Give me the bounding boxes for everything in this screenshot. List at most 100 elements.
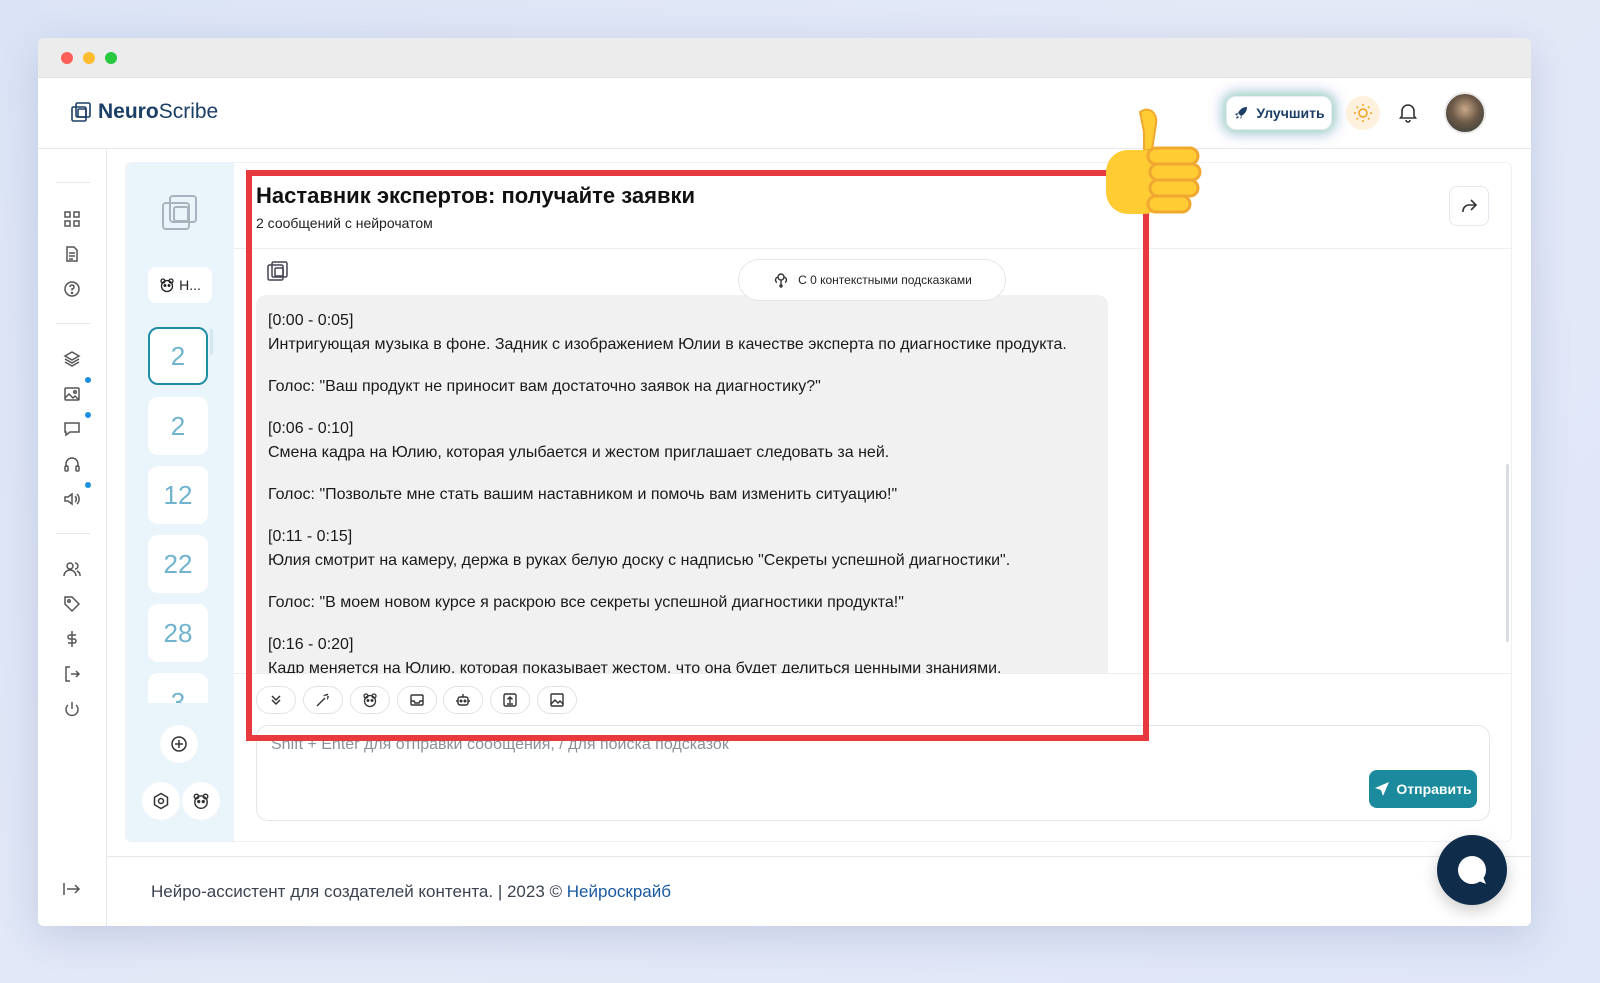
message-line: [0:11 - 0:15] xyxy=(268,528,353,545)
neuroscribe-logo-icon xyxy=(160,193,200,238)
document-icon[interactable] xyxy=(62,244,82,264)
message-scrollbar[interactable] xyxy=(1506,464,1509,642)
logout-icon[interactable] xyxy=(62,664,82,684)
brain-icon xyxy=(774,273,788,288)
dashboard-icon[interactable] xyxy=(62,209,82,229)
message-composer: Отправить xyxy=(256,725,1490,821)
persona-tool-button[interactable] xyxy=(350,686,390,714)
chat-list-scrollbar[interactable] xyxy=(210,329,213,355)
rocket-icon xyxy=(1235,107,1248,119)
sidebar-divider xyxy=(56,533,90,534)
maximize-window-button[interactable] xyxy=(105,52,117,64)
dollar-icon[interactable] xyxy=(62,629,82,649)
minimize-window-button[interactable] xyxy=(83,52,95,64)
persona-chip[interactable]: Н... xyxy=(148,267,212,303)
thumbs-up-icon xyxy=(1106,108,1202,214)
message-input[interactable] xyxy=(271,736,1351,766)
context-hints-label: С 0 контекстными подсказками xyxy=(798,273,972,287)
chat-title: Наставник экспертов: получайте заявки xyxy=(256,183,696,208)
app-logo[interactable]: NeuroScribe xyxy=(70,100,218,124)
panda-icon xyxy=(160,278,174,293)
message-line: Кадр меняется на Юлию, которая показывае… xyxy=(268,660,1002,673)
arrow-right-bar-icon xyxy=(63,883,81,895)
new-indicator-dot xyxy=(85,377,91,383)
upload-icon xyxy=(503,693,517,707)
share-icon xyxy=(1462,199,1478,212)
users-icon[interactable] xyxy=(62,559,82,579)
chat-tile[interactable]: 22 xyxy=(148,535,208,593)
message-line: [0:06 - 0:10] xyxy=(268,420,354,437)
persona-chip-label: Н... xyxy=(179,277,201,293)
gear-icon xyxy=(153,792,169,810)
power-icon[interactable] xyxy=(62,699,82,719)
panda-icon xyxy=(193,793,209,810)
chat-settings-button[interactable] xyxy=(142,782,180,820)
notifications-button[interactable] xyxy=(1396,100,1420,129)
chat-tile[interactable]: 2 xyxy=(148,327,208,385)
upgrade-label: Улучшить xyxy=(1256,105,1325,121)
new-indicator-dot xyxy=(85,412,91,418)
send-label: Отправить xyxy=(1396,781,1472,797)
message-line: Юлия смотрит на камеру, держа в руках бе… xyxy=(268,552,1011,569)
upload-button[interactable] xyxy=(490,686,530,714)
message-line: Голос: "В моем новом курсе я раскрою все… xyxy=(268,594,904,611)
message-line: Голос: "Ваш продукт не приносит вам дост… xyxy=(268,378,821,395)
scroll-down-button[interactable] xyxy=(256,686,296,714)
brand-name-light: Scribe xyxy=(158,100,219,123)
image-icon[interactable] xyxy=(62,384,82,404)
chat-list-column: Н... 2 2 12 22 28 3 xyxy=(126,163,234,841)
window-titlebar xyxy=(38,38,1531,78)
sidebar-divider xyxy=(56,323,90,324)
new-indicator-dot xyxy=(85,482,91,488)
magic-wand-icon xyxy=(316,693,329,707)
chat-tile[interactable]: 12 xyxy=(148,466,208,524)
page-footer: Нейро-ассистент для создателей контента.… xyxy=(107,856,1531,926)
share-button[interactable] xyxy=(1449,186,1489,226)
theme-toggle[interactable] xyxy=(1346,96,1380,130)
sun-icon xyxy=(1354,104,1372,122)
message-area: С 0 контекстными подсказками [0:00 - 0:0… xyxy=(234,249,1511,673)
close-window-button[interactable] xyxy=(61,52,73,64)
message-line: Смена кадра на Юлию, которая улыбается и… xyxy=(268,444,890,461)
logo-icon xyxy=(71,102,91,122)
headphones-icon[interactable] xyxy=(62,454,82,474)
template-button[interactable] xyxy=(397,686,437,714)
message-line: Голос: "Позвольте мне стать вашим настав… xyxy=(268,486,898,503)
sidebar-divider xyxy=(56,182,90,183)
image-icon xyxy=(550,693,564,707)
support-chat-button[interactable] xyxy=(1437,835,1507,905)
speaker-icon[interactable] xyxy=(62,489,82,509)
message-line: [0:00 - 0:05] xyxy=(268,312,354,329)
layers-icon[interactable] xyxy=(62,349,82,369)
upgrade-button[interactable]: Улучшить xyxy=(1226,96,1332,130)
panda-icon xyxy=(363,693,377,708)
top-header: NeuroScribe Улучшить xyxy=(38,78,1531,149)
send-icon xyxy=(1375,782,1390,796)
context-hints-button[interactable]: С 0 контекстными подсказками xyxy=(738,259,1006,301)
footer-link[interactable]: Нейроскрайб xyxy=(567,882,671,901)
message-line: [0:16 - 0:20] xyxy=(268,636,354,653)
user-avatar[interactable] xyxy=(1444,92,1486,134)
plus-circle-icon xyxy=(171,736,187,752)
magic-wand-button[interactable] xyxy=(303,686,343,714)
new-chat-button[interactable] xyxy=(160,725,198,763)
persona-button[interactable] xyxy=(182,782,220,820)
app-window: NeuroScribe Улучшить Н... 2 2 12 22 28 3… xyxy=(38,38,1531,926)
left-nav-sidebar xyxy=(38,149,107,926)
chat-icon[interactable] xyxy=(62,419,82,439)
brand-name-bold: Neuro xyxy=(98,100,159,123)
chat-tile[interactable]: 3 xyxy=(148,673,208,703)
help-icon[interactable] xyxy=(62,279,82,299)
assistant-avatar-icon xyxy=(266,259,290,288)
send-button[interactable]: Отправить xyxy=(1369,770,1477,808)
footer-copyright: Нейро-ассистент для создателей контента.… xyxy=(151,882,567,901)
image-generate-button[interactable] xyxy=(537,686,577,714)
inbox-icon xyxy=(410,694,424,706)
chat-tiles-list: 2 2 12 22 28 3 xyxy=(126,323,234,703)
bot-button[interactable] xyxy=(443,686,483,714)
collapse-sidebar-button[interactable] xyxy=(62,881,82,902)
chat-tile[interactable]: 28 xyxy=(148,604,208,662)
tag-icon[interactable] xyxy=(62,594,82,614)
chat-tile[interactable]: 2 xyxy=(148,397,208,455)
chat-header: Наставник экспертов: получайте заявки 2 … xyxy=(234,163,1511,249)
